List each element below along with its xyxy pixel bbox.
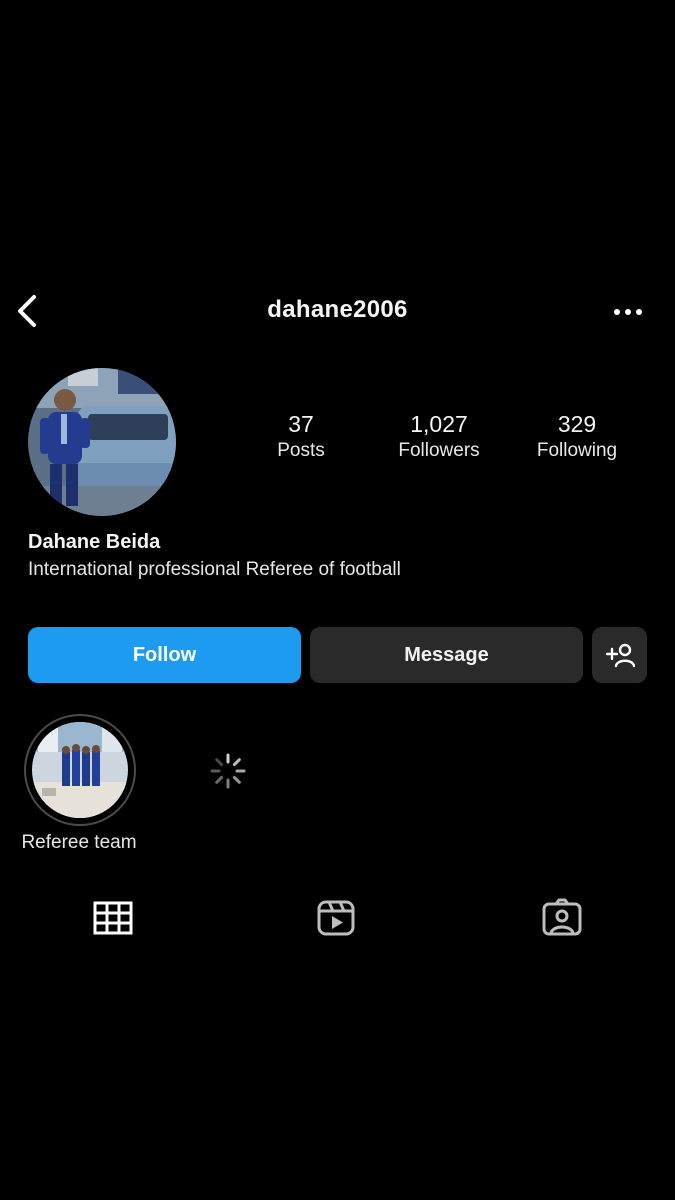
message-button[interactable]: Message <box>310 627 583 683</box>
profile-full-name: Dahane Beida <box>28 531 161 553</box>
grid-icon <box>93 901 133 935</box>
posts-count[interactable]: 37 Posts <box>231 410 371 464</box>
more-horizontal-icon <box>614 309 642 315</box>
highlight-photo <box>32 722 128 818</box>
suggested-users-button[interactable] <box>592 627 647 683</box>
profile-username: dahane2006 <box>267 296 408 323</box>
profile-header: dahane2006 <box>0 285 675 339</box>
following-count-value: 329 <box>557 411 597 437</box>
posts-count-value: 37 <box>288 411 314 437</box>
highlight-cover <box>32 722 128 818</box>
followers-count-label: Followers <box>398 440 480 461</box>
avatar-photo <box>28 368 176 516</box>
follow-button[interactable]: Follow <box>28 627 301 683</box>
highlight-label: Referee team <box>21 832 137 853</box>
following-count-label: Following <box>536 440 618 461</box>
tab-tagged[interactable] <box>537 898 587 938</box>
followers-count[interactable]: 1,027 Followers <box>369 410 509 464</box>
profile-avatar[interactable] <box>28 368 176 516</box>
followers-count-value: 1,027 <box>410 411 468 437</box>
following-count[interactable]: 329 Following <box>507 410 647 464</box>
profile-bio: International professional Referee of fo… <box>28 559 401 580</box>
tab-grid[interactable] <box>88 898 138 938</box>
story-highlight[interactable] <box>24 714 136 826</box>
tagged-icon <box>542 898 582 936</box>
posts-count-label: Posts <box>277 440 325 461</box>
tab-reels[interactable] <box>312 898 362 938</box>
add-user-icon <box>605 643 635 668</box>
more-options-button[interactable] <box>611 297 645 327</box>
reels-icon <box>317 900 355 936</box>
loading-spinner-icon <box>208 751 248 791</box>
